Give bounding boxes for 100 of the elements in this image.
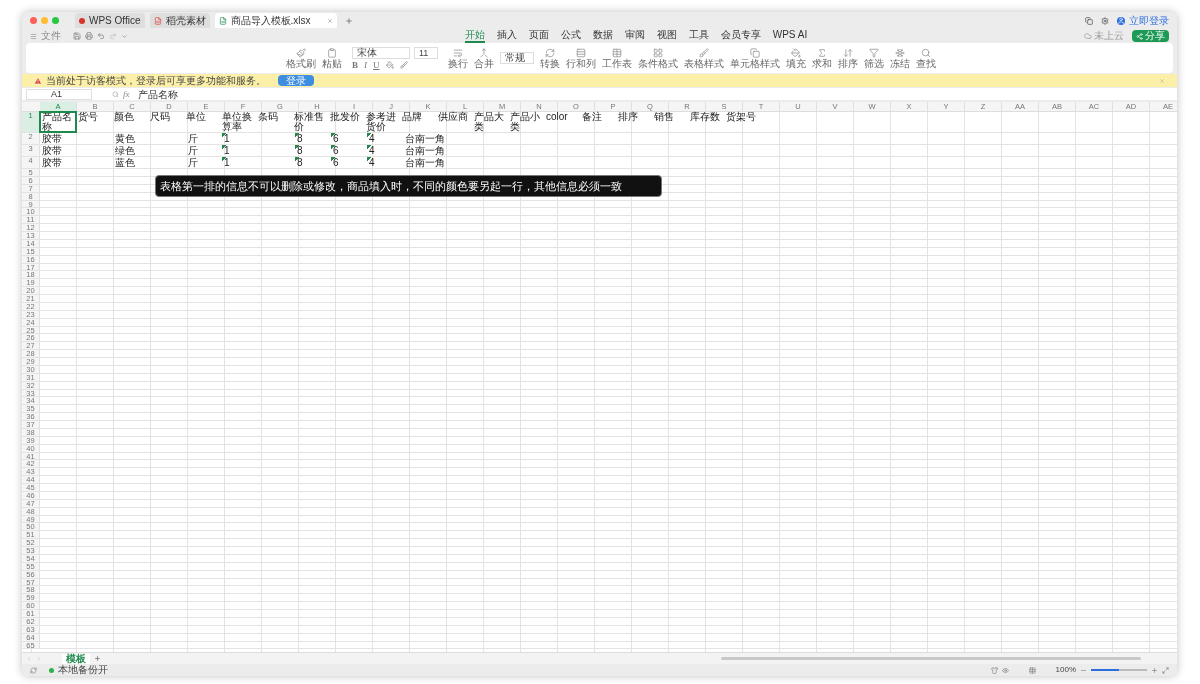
ribbon-button[interactable]: 换行 <box>448 57 468 69</box>
close-icon[interactable] <box>1159 77 1165 84</box>
bucket-icon[interactable] <box>791 47 801 58</box>
grid-icon[interactable] <box>653 47 663 58</box>
login-link[interactable]: 立即登录 <box>1129 15 1169 26</box>
table-cell-text: 品牌 <box>401 112 423 124</box>
ribbon-tab[interactable]: 审阅 <box>624 29 645 43</box>
shirt-icon[interactable] <box>990 666 998 674</box>
ribbon-tab[interactable]: 数据 <box>592 29 613 43</box>
snowflake-icon[interactable] <box>895 47 905 58</box>
ribbon-button[interactable]: 冻结 <box>890 57 910 69</box>
table-cell-text: 斤 <box>187 133 199 144</box>
formula-field[interactable]: 产品名称 <box>133 88 1173 100</box>
table-cell-text: 标准售价 <box>293 112 325 132</box>
brush-icon[interactable] <box>399 61 408 69</box>
zoom-icon[interactable] <box>112 90 119 98</box>
ribbon-button[interactable]: 行和列 <box>566 57 596 69</box>
document-tab[interactable]: 商品导入模板.xlsx <box>214 13 337 28</box>
fullscreen-icon[interactable] <box>1162 666 1169 674</box>
window-icon[interactable] <box>1085 16 1093 25</box>
table-cell-text: 绿色 <box>114 145 136 156</box>
zoom-in-icon[interactable] <box>1151 666 1158 674</box>
ribbon-tab[interactable]: 工具 <box>688 29 709 43</box>
table-icon[interactable] <box>612 47 622 58</box>
login-button[interactable]: 登录 <box>278 75 314 86</box>
ribbon-button[interactable]: 条件格式 <box>638 57 678 69</box>
number-format-field[interactable]: 常规 <box>500 52 534 64</box>
ribbon-tab[interactable]: 插入 <box>496 29 517 43</box>
menu-icon[interactable] <box>30 32 37 40</box>
table-cell-text: 尺码 <box>149 112 171 124</box>
document-tab[interactable]: WPS Office <box>75 13 145 28</box>
maximize-window-icon[interactable] <box>52 17 59 24</box>
rows-icon[interactable] <box>576 47 586 58</box>
zoom-level[interactable]: 100% <box>1055 666 1076 674</box>
document-tab[interactable]: 稻壳素材 <box>149 13 210 28</box>
merge-icon[interactable] <box>479 47 489 58</box>
chevron-right-icon[interactable] <box>36 655 42 662</box>
ribbon-button[interactable]: 合并 <box>474 57 494 69</box>
new-tab-icon[interactable] <box>344 16 353 25</box>
filter-icon[interactable] <box>869 47 879 58</box>
bucket-icon[interactable] <box>385 61 394 69</box>
ribbon-tab[interactable]: 页面 <box>528 29 549 43</box>
font-size-field[interactable]: 11 <box>414 46 438 59</box>
copy-icon[interactable] <box>750 47 760 58</box>
redo-icon[interactable] <box>109 32 117 40</box>
tab-label: 商品导入模板.xlsx <box>230 15 311 26</box>
table-cell-text: 产品大类 <box>473 112 505 132</box>
ribbon-tab[interactable]: 视图 <box>656 29 677 43</box>
ribbon-button[interactable]: 排序 <box>838 57 858 69</box>
refresh-icon[interactable] <box>30 666 37 674</box>
format-button[interactable]: B <box>352 60 358 70</box>
ribbon-button[interactable]: 格式刷 <box>286 57 316 69</box>
ribbon-tab[interactable]: 公式 <box>560 29 581 43</box>
chevron-down-icon[interactable] <box>121 32 128 40</box>
ribbon-button[interactable]: 转换 <box>540 57 560 69</box>
file-menu[interactable]: 文件 <box>41 31 61 41</box>
backup-status[interactable]: 本地备份开 <box>58 665 108 675</box>
save-icon[interactable] <box>73 32 81 40</box>
minimize-window-icon[interactable] <box>41 17 48 24</box>
paintbrush-icon[interactable] <box>296 47 306 58</box>
refresh-icon[interactable] <box>545 47 555 58</box>
ribbon-button[interactable]: 筛选 <box>864 57 884 69</box>
document-icon <box>153 16 162 25</box>
ribbon-button[interactable]: 粘贴 <box>322 57 342 69</box>
table-cell-text: 库存数 <box>689 112 721 124</box>
ribbon-tab[interactable]: 会员专享 <box>720 29 761 43</box>
font-name-field[interactable]: 宋体 <box>352 46 410 59</box>
function-label[interactable]: fx <box>123 89 130 99</box>
search-icon[interactable] <box>921 47 931 58</box>
clipboard-icon[interactable] <box>327 47 337 58</box>
name-box[interactable]: A1 <box>26 88 92 100</box>
sigma-icon[interactable] <box>817 47 827 58</box>
ribbon-button[interactable]: 单元格样式 <box>730 57 780 69</box>
ribbon-button[interactable]: 表格样式 <box>684 57 724 69</box>
undo-icon[interactable] <box>97 32 105 40</box>
table-cell-text: 颜色 <box>113 112 135 124</box>
scrollbar[interactable] <box>721 657 1141 660</box>
table-icon[interactable] <box>1028 666 1036 674</box>
wrap-icon[interactable] <box>453 47 463 58</box>
add-sheet-icon[interactable] <box>94 655 101 662</box>
brush-icon[interactable] <box>699 47 709 58</box>
close-window-icon[interactable] <box>30 17 37 24</box>
close-icon[interactable] <box>326 17 333 24</box>
table-cell-text: 货号 <box>77 112 99 124</box>
table-cell-text: 台南一角 <box>404 133 446 144</box>
ribbon-tab[interactable]: WPS AI <box>772 29 808 43</box>
ribbon-button[interactable]: 工作表 <box>602 57 632 69</box>
ribbon-button[interactable]: 求和 <box>812 57 832 69</box>
format-button[interactable]: I <box>364 60 367 70</box>
sort-icon[interactable] <box>843 47 853 58</box>
format-button[interactable]: U <box>373 60 380 70</box>
eye-icon[interactable] <box>1001 666 1009 674</box>
share-button[interactable]: 分享 <box>1132 30 1169 42</box>
printer-icon[interactable] <box>85 32 93 40</box>
sheet-tab[interactable]: 模板 <box>62 653 90 664</box>
ribbon-button[interactable]: 查找 <box>916 57 936 69</box>
tab-label: 稻壳素材 <box>165 15 206 26</box>
gear-icon[interactable] <box>1101 16 1109 25</box>
ribbon-button[interactable]: 填充 <box>786 57 806 69</box>
table-cell-text: 参考进货价 <box>365 112 397 132</box>
